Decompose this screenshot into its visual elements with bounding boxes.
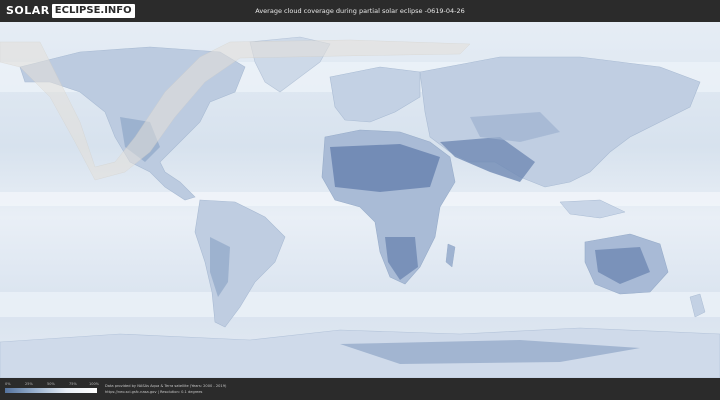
legend-tick-50: 50%: [47, 382, 55, 386]
legend-tick-0: 0%: [5, 382, 11, 386]
southern-cloud-band: [0, 292, 720, 317]
legend-color-bar: [5, 388, 97, 393]
legend-tick-75: 75%: [69, 382, 77, 386]
antarctica: [0, 327, 720, 378]
cloud-coverage-map[interactable]: [0, 22, 720, 378]
world-map-svg: [0, 22, 720, 378]
data-credits: Data provided by NASAs Aqua & Terra sate…: [105, 384, 226, 395]
page-title: Average cloud coverage during partial so…: [255, 7, 465, 15]
header-bar: SOLAR ECLIPSE.INFO Average cloud coverag…: [0, 0, 720, 22]
legend-tick-25: 25%: [25, 382, 33, 386]
credits-url[interactable]: https://neo.sci.gsfc.nasa.gov | Resoluti…: [105, 390, 226, 396]
legend-tick-100: 100%: [89, 382, 100, 386]
credits-source: Data provided by NASAs Aqua & Terra sate…: [105, 384, 227, 388]
